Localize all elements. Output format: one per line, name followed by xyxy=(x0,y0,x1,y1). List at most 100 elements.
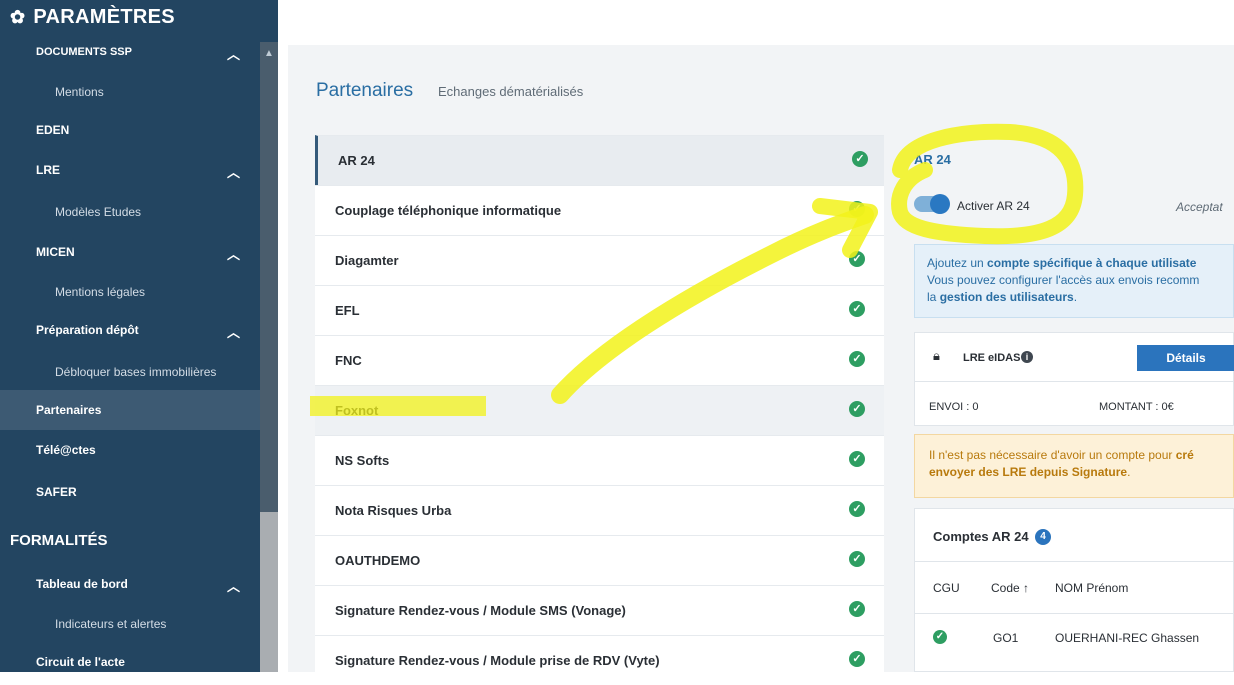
chevron-up-icon[interactable]: ︿ xyxy=(227,576,240,595)
partner-item-diagamter[interactable]: Diagamter ✓ xyxy=(315,235,884,285)
sidebar-item-lre[interactable]: LRE ︿ xyxy=(0,150,260,190)
info-line-1: Ajoutez un compte spécifique à chaque ut… xyxy=(927,255,1221,272)
sidebar-item-documents-ssp[interactable]: Documents SSP ︿ xyxy=(0,42,260,72)
page-subtitle: Echanges dématérialisés xyxy=(438,84,584,99)
sidebar-item-circuit-acte[interactable]: Circuit de l'acte xyxy=(0,642,260,672)
sidebar-header: ✿ PARAMÈTRES xyxy=(0,0,278,42)
partner-item-couplage[interactable]: Couplage téléphonique informatique ✓ xyxy=(315,185,884,235)
accounts-card: Comptes AR 24 4 CGU Code ↑ NOM Prénom ✓ … xyxy=(914,508,1234,672)
sidebar-item-eden[interactable]: EDEN xyxy=(0,110,260,150)
sidebar-item-label: Partenaires xyxy=(36,403,102,417)
sidebar-item-label: Débloquer bases immobilières xyxy=(55,365,217,379)
partner-label: Nota Risques Urba xyxy=(335,503,452,518)
accounts-count-badge: 4 xyxy=(1035,529,1051,545)
sidebar-item-debloquer-bases[interactable]: Débloquer bases immobilières xyxy=(0,352,260,392)
info-text: Ajoutez un xyxy=(927,256,988,270)
check-circle-icon: ✓ xyxy=(849,651,865,667)
check-circle-icon: ✓ xyxy=(849,501,865,517)
partner-item-ns-softs[interactable]: NS Softs ✓ xyxy=(315,435,884,485)
sidebar-item-label: Indicateurs et alertes xyxy=(55,617,167,631)
info-text: . xyxy=(1073,290,1078,304)
warning-bold-text: envoyer des LRE depuis Signature xyxy=(929,465,1128,479)
sidebar-section-formalites[interactable]: FORMALITÉS xyxy=(0,520,260,560)
warning-text: . xyxy=(1127,465,1131,479)
sidebar-item-modeles-etudes[interactable]: Modèles Etudes xyxy=(0,192,260,232)
sidebar-item-mentions[interactable]: Mentions xyxy=(0,72,260,112)
sidebar-item-micen[interactable]: MICEN ︿ xyxy=(0,232,260,272)
page-title: Partenaires xyxy=(316,80,414,101)
partner-item-ar24[interactable]: AR 24 ✓ xyxy=(315,135,884,185)
sidebar-item-tableau-de-bord[interactable]: Tableau de bord ︿ xyxy=(0,564,260,604)
column-header-cgu[interactable]: CGU xyxy=(933,581,960,595)
partner-label: AR 24 xyxy=(338,153,375,168)
chevron-up-icon[interactable]: ︿ xyxy=(227,44,240,63)
details-button[interactable]: Détails xyxy=(1137,345,1234,371)
partner-item-nota-risques[interactable]: Nota Risques Urba ✓ xyxy=(315,485,884,535)
divider xyxy=(915,613,1234,614)
lre-card: 🔒︎ LRE eIDAS i Détails ENVOI : 0 MONTANT… xyxy=(914,332,1234,426)
partner-label: Signature Rendez-vous / Module prise de … xyxy=(335,653,660,668)
check-circle-icon: ✓ xyxy=(849,301,865,317)
partner-item-efl[interactable]: EFL ✓ xyxy=(315,285,884,335)
sidebar-item-mentions-legales[interactable]: Mentions légales xyxy=(0,272,260,312)
lre-name: LRE eIDAS xyxy=(963,352,1021,364)
partner-item-fnc[interactable]: FNC ✓ xyxy=(315,335,884,385)
sidebar-title: ✿ PARAMÈTRES xyxy=(10,0,175,34)
check-circle-icon: ✓ xyxy=(849,351,865,367)
chevron-up-icon[interactable]: ︿ xyxy=(227,322,240,341)
user-management-link[interactable]: gestion des utilisateurs xyxy=(940,290,1074,304)
check-circle-icon: ✓ xyxy=(933,630,947,644)
partner-label: FNC xyxy=(335,353,362,368)
envoi-count: ENVOI : 0 xyxy=(929,401,979,413)
column-header-name[interactable]: NOM Prénom xyxy=(1055,581,1128,595)
sidebar-item-teleactes[interactable]: Télé@ctes xyxy=(0,430,260,470)
chevron-up-icon[interactable]: ︿ xyxy=(227,244,240,263)
sidebar-item-safer[interactable]: SAFER xyxy=(0,472,260,512)
lock-icon: 🔒︎ xyxy=(933,348,940,363)
check-circle-icon: ✓ xyxy=(849,201,865,217)
acceptation-label: Acceptat xyxy=(1176,200,1223,214)
scrollbar-thumb[interactable] xyxy=(260,512,278,672)
gear-icon: ✿ xyxy=(10,6,26,27)
sidebar-item-label: SAFER xyxy=(36,485,77,499)
toggle-knob[interactable] xyxy=(930,194,950,214)
partner-item-signature-vyte[interactable]: Signature Rendez-vous / Module prise de … xyxy=(315,635,884,685)
partner-item-foxnot[interactable]: Foxnot ✓ xyxy=(315,385,884,435)
column-header-code[interactable]: Code ↑ xyxy=(991,581,1029,595)
chevron-up-icon[interactable]: ︿ xyxy=(227,162,240,181)
sidebar-item-label: Mentions xyxy=(55,85,104,99)
sidebar-item-label: Préparation dépôt xyxy=(36,323,139,337)
check-circle-icon: ✓ xyxy=(849,601,865,617)
sidebar-item-label: EDEN xyxy=(36,123,70,137)
info-bold-text: compte spécifique à chaque utilisate xyxy=(987,256,1197,270)
sidebar-title-text: PARAMÈTRES xyxy=(33,5,175,28)
info-line-3: la gestion des utilisateurs. xyxy=(927,289,1221,306)
sidebar-item-label: Tableau de bord xyxy=(36,577,128,591)
sidebar-item-partenaires[interactable]: Partenaires xyxy=(0,390,260,430)
activate-toggle[interactable] xyxy=(914,194,950,214)
scroll-up-arrow-icon[interactable]: ▲ xyxy=(264,48,274,59)
partner-label: Signature Rendez-vous / Module SMS (Vona… xyxy=(335,603,626,618)
toggle-label: Activer AR 24 xyxy=(957,199,1030,213)
partner-item-signature-sms[interactable]: Signature Rendez-vous / Module SMS (Vona… xyxy=(315,585,884,635)
warning-text: Il n'est pas nécessaire d'avoir un compt… xyxy=(929,448,1176,462)
sidebar-item-indicateurs[interactable]: Indicateurs et alertes xyxy=(0,604,260,644)
sidebar-item-label: Télé@ctes xyxy=(36,443,96,457)
sidebar-scrollbar[interactable]: ▲ xyxy=(260,42,278,672)
sidebar-item-label: Modèles Etudes xyxy=(55,205,142,219)
info-box: Ajoutez un compte spécifique à chaque ut… xyxy=(914,244,1234,318)
info-icon[interactable]: i xyxy=(1021,351,1033,363)
partner-label: Diagamter xyxy=(335,253,399,268)
partner-item-oauthdemo[interactable]: OAUTHDEMO ✓ xyxy=(315,535,884,585)
sidebar-item-preparation-depot[interactable]: Préparation dépôt ︿ xyxy=(0,310,260,350)
partner-label: OAUTHDEMO xyxy=(335,553,421,568)
sidebar-item-label: Documents SSP xyxy=(36,46,132,58)
info-line-2: Vous pouvez configurer l'accès aux envoi… xyxy=(927,273,1200,287)
warning-line-1: Il n'est pas nécessaire d'avoir un compt… xyxy=(929,447,1219,464)
sidebar-item-label: MICEN xyxy=(36,245,75,259)
sidebar-section-label: FORMALITÉS xyxy=(10,531,108,549)
sidebar-item-label: LRE xyxy=(36,163,60,177)
divider xyxy=(915,381,1234,382)
accounts-title: Comptes AR 24 xyxy=(933,529,1029,544)
warning-bold-text: cré xyxy=(1175,448,1194,462)
